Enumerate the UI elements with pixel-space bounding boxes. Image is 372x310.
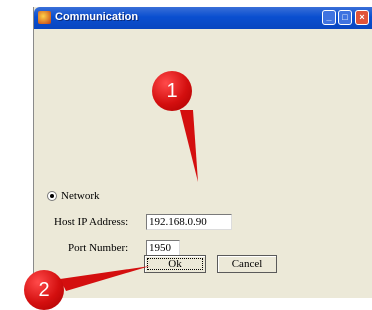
callout-2-badge: 2 bbox=[24, 270, 64, 310]
callout-1-badge: 1 bbox=[152, 71, 192, 111]
callout-2-pointer bbox=[60, 266, 150, 291]
callout-1-pointer bbox=[180, 110, 198, 182]
callout-arrows bbox=[60, 110, 198, 291]
